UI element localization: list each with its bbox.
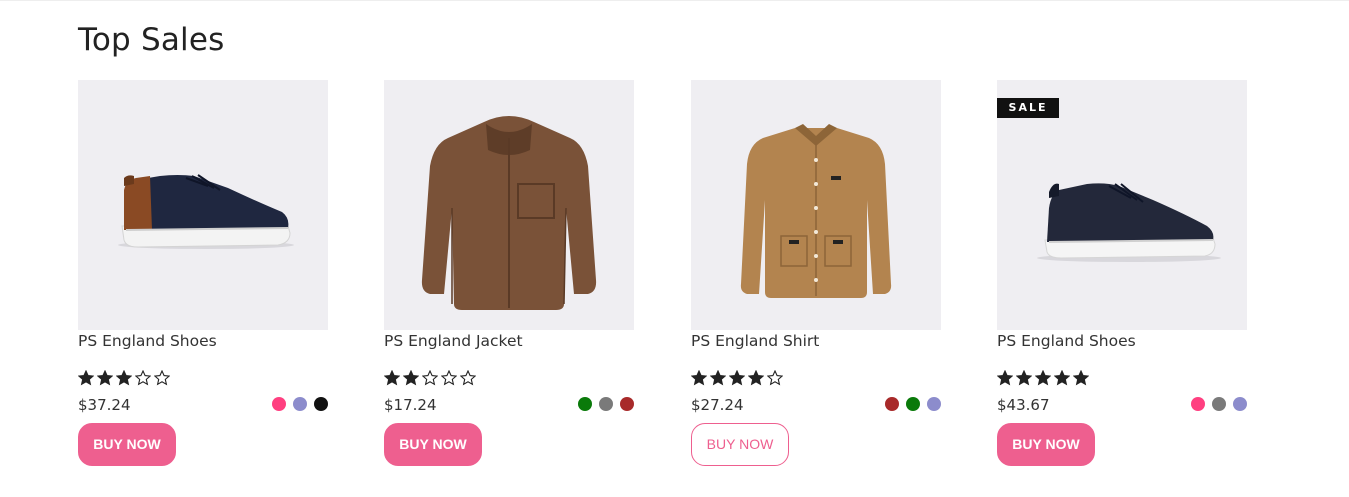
product-price: $37.24 bbox=[78, 396, 131, 414]
color-swatch[interactable] bbox=[578, 397, 592, 411]
color-swatch[interactable] bbox=[599, 397, 613, 411]
buy-now-button[interactable]: BUY NOW bbox=[997, 423, 1095, 466]
rating-stars bbox=[691, 370, 783, 388]
rating-stars bbox=[78, 370, 170, 388]
product-name[interactable]: PS England Shoes bbox=[997, 332, 1136, 350]
star-filled-icon bbox=[1073, 370, 1089, 386]
jacket-image bbox=[421, 116, 597, 310]
star-filled-icon bbox=[729, 370, 745, 386]
product-price: $43.67 bbox=[997, 396, 1050, 414]
color-swatch[interactable] bbox=[1233, 397, 1247, 411]
star-filled-icon bbox=[384, 370, 400, 386]
color-swatches bbox=[885, 397, 941, 411]
shirt-image bbox=[740, 124, 892, 298]
sale-badge: SALE bbox=[997, 98, 1059, 118]
product-image[interactable] bbox=[78, 80, 328, 330]
color-swatch[interactable] bbox=[314, 397, 328, 411]
star-empty-icon bbox=[154, 370, 170, 386]
sneaker-image bbox=[118, 174, 294, 249]
star-filled-icon bbox=[1016, 370, 1032, 386]
rating-stars bbox=[384, 370, 476, 388]
top-divider bbox=[0, 0, 1349, 1]
star-filled-icon bbox=[997, 370, 1013, 386]
star-empty-icon bbox=[460, 370, 476, 386]
section-title: Top Sales bbox=[78, 22, 225, 58]
star-filled-icon bbox=[78, 370, 94, 386]
product-image[interactable] bbox=[691, 80, 941, 330]
color-swatch[interactable] bbox=[272, 397, 286, 411]
color-swatch[interactable] bbox=[927, 397, 941, 411]
product-card[interactable]: PS England Shoes $37.24 BUY NOW bbox=[78, 80, 328, 470]
product-price: $27.24 bbox=[691, 396, 744, 414]
color-swatch[interactable] bbox=[1212, 397, 1226, 411]
color-swatches bbox=[1191, 397, 1247, 411]
buy-now-button[interactable]: BUY NOW bbox=[78, 423, 176, 466]
star-filled-icon bbox=[116, 370, 132, 386]
star-empty-icon bbox=[135, 370, 151, 386]
color-swatch[interactable] bbox=[1191, 397, 1205, 411]
star-filled-icon bbox=[1035, 370, 1051, 386]
star-filled-icon bbox=[403, 370, 419, 386]
star-filled-icon bbox=[710, 370, 726, 386]
color-swatches bbox=[578, 397, 634, 411]
rating-stars bbox=[997, 370, 1089, 388]
star-empty-icon bbox=[441, 370, 457, 386]
color-swatch[interactable] bbox=[885, 397, 899, 411]
buy-now-button[interactable]: BUY NOW bbox=[384, 423, 482, 466]
star-filled-icon bbox=[1054, 370, 1070, 386]
star-empty-icon bbox=[422, 370, 438, 386]
color-swatches bbox=[272, 397, 328, 411]
product-card[interactable]: PS England Jacket $17.24 BUY NOW bbox=[384, 80, 634, 470]
product-image[interactable] bbox=[384, 80, 634, 330]
color-swatch[interactable] bbox=[906, 397, 920, 411]
product-name[interactable]: PS England Shoes bbox=[78, 332, 217, 350]
product-price: $17.24 bbox=[384, 396, 437, 414]
product-card[interactable]: PS England Shirt $27.24 BUY NOW bbox=[691, 80, 941, 470]
star-empty-icon bbox=[767, 370, 783, 386]
product-card[interactable]: SALE PS England Shoes $43.67 BUY NOW bbox=[997, 80, 1247, 470]
star-filled-icon bbox=[748, 370, 764, 386]
star-filled-icon bbox=[691, 370, 707, 386]
product-name[interactable]: PS England Shirt bbox=[691, 332, 819, 350]
buy-now-button[interactable]: BUY NOW bbox=[691, 423, 789, 466]
star-filled-icon bbox=[97, 370, 113, 386]
product-image[interactable]: SALE bbox=[997, 80, 1247, 330]
color-swatch[interactable] bbox=[293, 397, 307, 411]
color-swatch[interactable] bbox=[620, 397, 634, 411]
product-name[interactable]: PS England Jacket bbox=[384, 332, 523, 350]
